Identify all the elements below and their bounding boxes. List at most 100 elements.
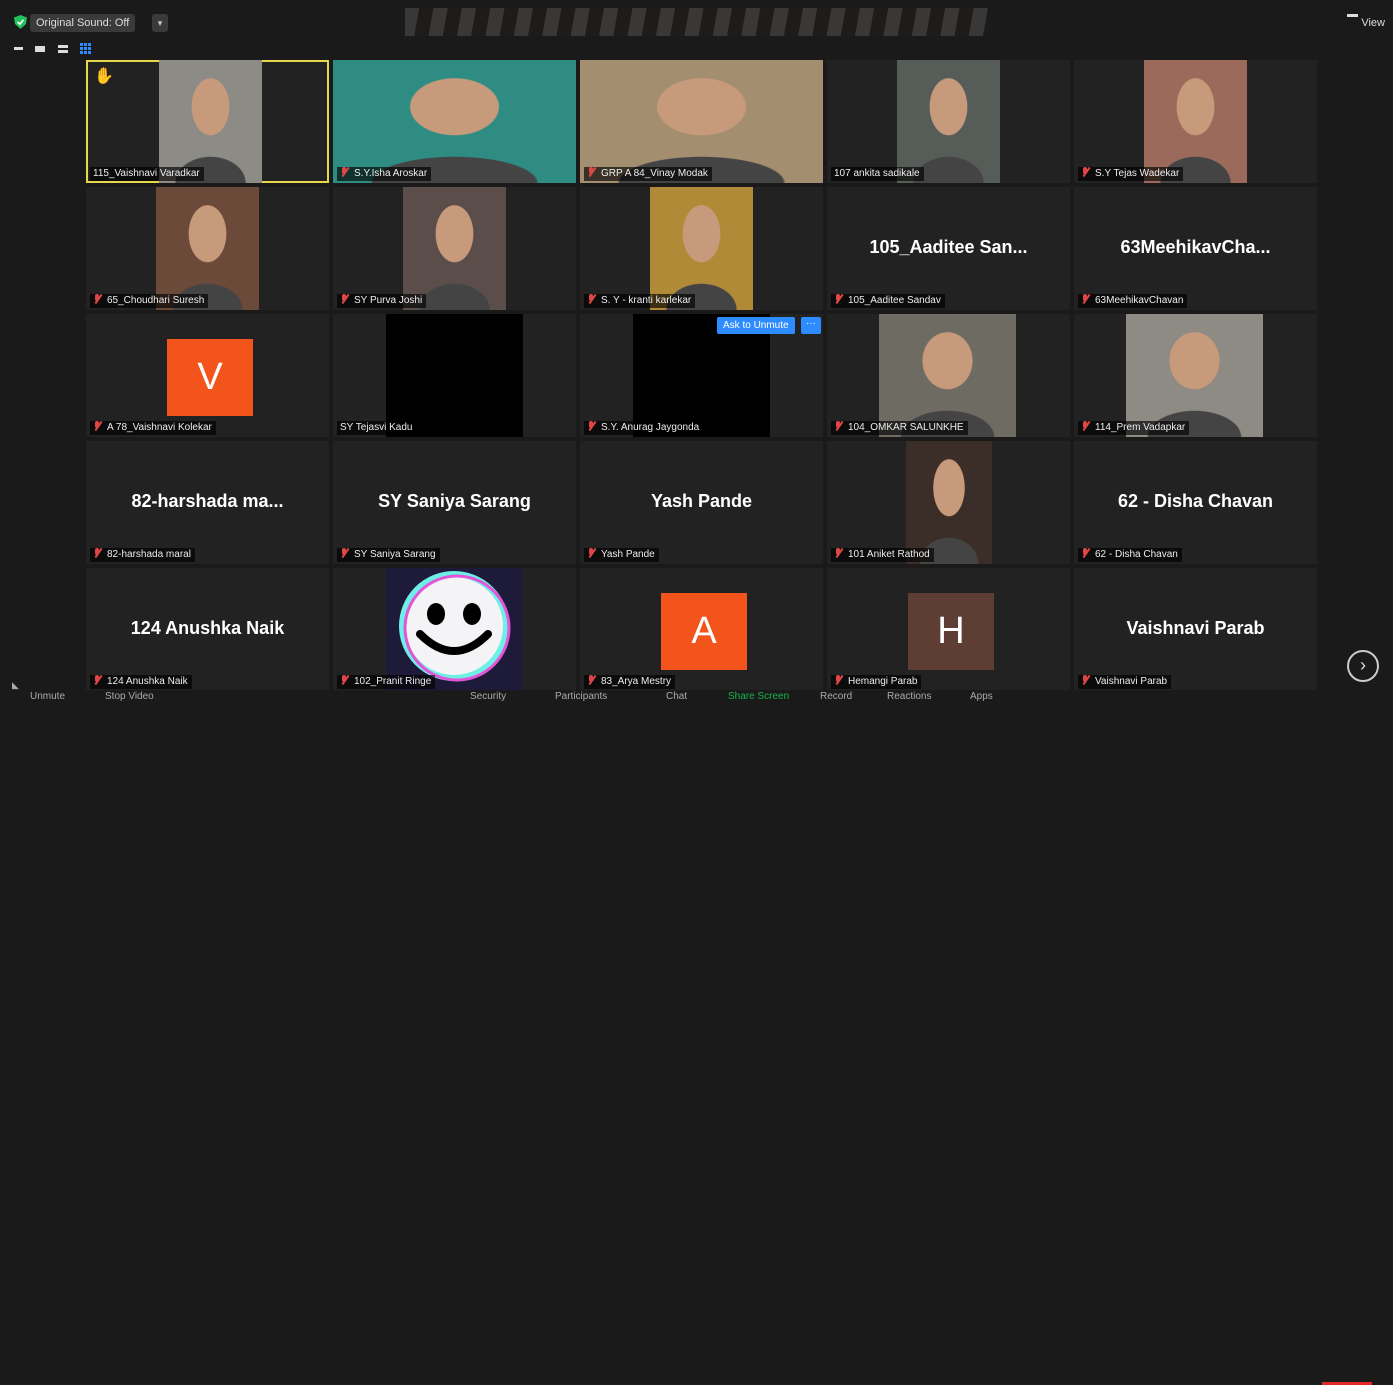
original-sound-dropdown-icon[interactable]: ▾ [152, 14, 168, 32]
participant-name-label: A 78_Vaishnavi Kolekar [90, 421, 216, 435]
participant-tile[interactable]: GRP A 84_Vinay Modak [580, 60, 823, 183]
participant-tile[interactable]: SY Purva Joshi [333, 187, 576, 310]
participant-video [650, 187, 753, 310]
participant-display-name: 105_Aaditee San... [869, 237, 1028, 257]
speaker-view-icon[interactable] [35, 45, 46, 52]
apps-button[interactable]: Apps [970, 691, 993, 702]
participant-tile[interactable]: 65_Choudhari Suresh [86, 187, 329, 310]
original-sound-toggle[interactable]: Original Sound: Off [30, 14, 136, 32]
participant-tile[interactable]: ✋ 115_Vaishnavi Varadkar [86, 60, 329, 183]
chevron-right-icon: › [1360, 655, 1366, 675]
view-grid-icon [1347, 14, 1359, 26]
participant-display-name: 124 Anushka Naik [130, 618, 285, 638]
participant-name: 102_Pranit Ringe [354, 676, 432, 687]
muted-mic-icon [340, 294, 349, 304]
avatar: A [661, 593, 747, 670]
minimize-icon[interactable] [14, 47, 23, 51]
participant-name: SY Tejasvi Kadu [340, 422, 413, 433]
participant-name: Yash Pande [601, 549, 655, 560]
participant-tile[interactable]: V A 78_Vaishnavi Kolekar [86, 314, 329, 437]
participant-tile[interactable]: 104_OMKAR SALUNKHE [827, 314, 1070, 437]
next-page-button[interactable]: › [1347, 650, 1379, 682]
participant-tile[interactable]: S.Y.Isha Aroskar [333, 60, 576, 183]
participant-name: S.Y.Isha Aroskar [354, 168, 428, 179]
participant-name: A 78_Vaishnavi Kolekar [107, 422, 212, 433]
participant-name: Vaishnavi Parab [1095, 676, 1168, 687]
participant-tile[interactable]: S.Y Tejas Wadekar [1074, 60, 1317, 183]
participant-tile[interactable]: Yash Pande Yash Pande [580, 441, 823, 564]
participant-video [159, 60, 262, 183]
muted-mic-icon [1081, 548, 1090, 558]
participant-tile[interactable]: H Hemangi Parab [827, 568, 1070, 691]
reactions-button[interactable]: Reactions [887, 691, 931, 702]
participant-name: 65_Choudhari Suresh [107, 295, 205, 306]
participant-video [333, 60, 576, 183]
participant-name: GRP A 84_Vinay Modak [601, 168, 708, 179]
participant-tile[interactable]: SY Saniya Sarang SY Saniya Sarang [333, 441, 576, 564]
participant-tile[interactable]: 63MeehikavCha... 63MeehikavChavan [1074, 187, 1317, 310]
participant-tile[interactable]: 114_Prem Vadapkar [1074, 314, 1317, 437]
gallery-view-icon[interactable] [80, 43, 92, 55]
ask-to-unmute-button[interactable]: Ask to Unmute [717, 317, 795, 334]
chat-button[interactable]: Chat [666, 691, 687, 702]
participant-video [580, 60, 823, 183]
more-options-button[interactable]: ··· [801, 317, 821, 334]
participant-name: 82-harshada maral [107, 549, 191, 560]
participant-video [897, 60, 1000, 183]
participant-tile[interactable]: Vaishnavi Parab Vaishnavi Parab [1074, 568, 1317, 691]
participant-tile[interactable]: SY Tejasvi Kadu [333, 314, 576, 437]
unmute-button[interactable]: Unmute [30, 691, 65, 702]
security-shield-icon[interactable] [14, 15, 27, 29]
participant-tile[interactable]: 105_Aaditee San... 105_Aaditee Sandav [827, 187, 1070, 310]
participant-tile[interactable]: 102_Pranit Ringe [333, 568, 576, 691]
stop-video-button[interactable]: Stop Video [105, 691, 154, 702]
participant-name: SY Purva Joshi [354, 295, 423, 306]
participant-name: 115_Vaishnavi Varadkar [93, 168, 200, 179]
avatar: H [908, 593, 994, 670]
muted-mic-icon [834, 548, 843, 558]
participant-display-name: 82-harshada ma... [131, 491, 284, 511]
participants-button[interactable]: Participants [555, 691, 607, 702]
participant-name: S.Y. Anurag Jaygonda [601, 422, 700, 433]
share-screen-button[interactable]: Share Screen [728, 691, 789, 702]
participant-name: 107 ankita sadikale [834, 168, 920, 179]
participant-tile[interactable]: 124 Anushka Naik 124 Anushka Naik [86, 568, 329, 691]
view-button[interactable]: View [1347, 14, 1385, 29]
muted-mic-icon [587, 548, 596, 558]
participant-name-label: S. Y - kranti karlekar [584, 294, 696, 308]
participant-video [879, 314, 1016, 437]
participant-name-label: 105_Aaditee Sandav [831, 294, 945, 308]
participant-name: S. Y - kranti karlekar [601, 295, 692, 306]
participant-name: 63MeehikavChavan [1095, 295, 1184, 306]
participant-tile[interactable]: 62 - Disha Chavan 62 - Disha Chavan [1074, 441, 1317, 564]
security-button[interactable]: Security [470, 691, 506, 702]
participant-display-name: Vaishnavi Parab [1126, 618, 1265, 638]
muted-mic-icon [834, 675, 843, 685]
participant-name-label: 124 Anushka Naik [90, 675, 192, 689]
participant-name-label: 102_Pranit Ringe [337, 675, 436, 689]
participant-name-label: GRP A 84_Vinay Modak [584, 167, 712, 181]
participant-video [386, 314, 523, 437]
muted-mic-icon [93, 548, 102, 558]
participant-tile[interactable]: 82-harshada ma... 82-harshada maral [86, 441, 329, 564]
muted-mic-icon [587, 167, 596, 177]
muted-mic-icon [340, 548, 349, 558]
participant-tile[interactable]: S. Y - kranti karlekar [580, 187, 823, 310]
participant-name: 104_OMKAR SALUNKHE [848, 422, 964, 433]
participant-video [156, 187, 259, 310]
participant-video [403, 187, 506, 310]
record-button[interactable]: Record [820, 691, 852, 702]
participant-name-label: S.Y Tejas Wadekar [1078, 167, 1184, 181]
strip-view-icon[interactable] [57, 44, 68, 53]
participant-name-label: 114_Prem Vadapkar [1078, 421, 1190, 435]
participant-name: SY Saniya Sarang [354, 549, 436, 560]
participant-name-label: SY Purva Joshi [337, 294, 427, 308]
participant-tile[interactable]: 107 ankita sadikale [827, 60, 1070, 183]
view-label: View [1361, 17, 1385, 29]
participant-name: 114_Prem Vadapkar [1095, 422, 1186, 433]
participant-name-label: 104_OMKAR SALUNKHE [831, 421, 968, 435]
muted-mic-icon [1081, 167, 1090, 177]
participant-tile[interactable]: 101 Aniket Rathod [827, 441, 1070, 564]
participant-tile[interactable]: A 83_Arya Mestry [580, 568, 823, 691]
participant-display-name: Yash Pande [650, 491, 753, 511]
